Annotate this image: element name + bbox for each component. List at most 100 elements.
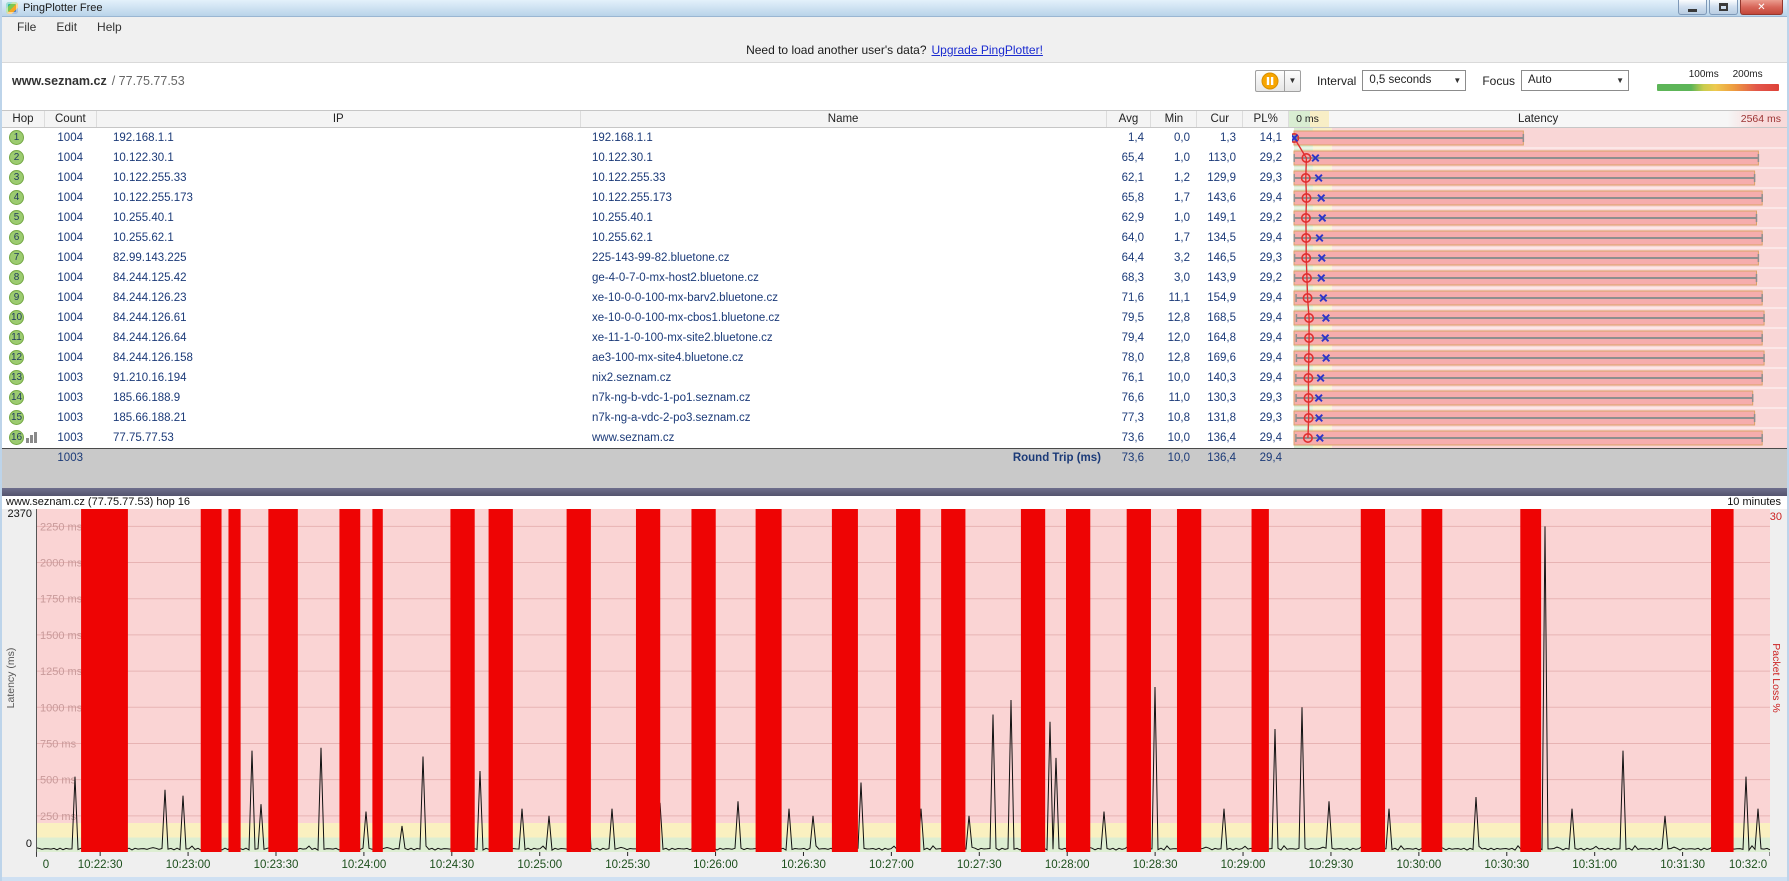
maximize-button[interactable] <box>1709 0 1738 15</box>
hop-name: 10.255.62.1 <box>582 228 1109 248</box>
hop-avg: 79,5 <box>1109 308 1154 328</box>
hop-min: 11,0 <box>1154 388 1200 408</box>
hop-min: 0,0 <box>1154 128 1200 148</box>
hop-name: ae3-100-mx-site4.bluetone.cz <box>582 348 1109 368</box>
hop-pl: 29,3 <box>1246 168 1292 188</box>
svg-text:1500 ms: 1500 ms <box>40 630 83 642</box>
interval-select[interactable]: 0,5 seconds ▼ <box>1362 70 1466 91</box>
hop-min: 12,8 <box>1154 348 1200 368</box>
svg-text:10:31:00: 10:31:00 <box>1572 859 1617 871</box>
hop-ip: 192.168.1.1 <box>97 128 582 148</box>
hop-pl: 29,4 <box>1246 328 1292 348</box>
hop-avg: 64,4 <box>1109 248 1154 268</box>
latency-axis-title: Latency (ms) <box>5 618 17 738</box>
pause-dropdown-button[interactable]: ▼ <box>1285 70 1301 92</box>
hop-name: 10.122.255.173 <box>582 188 1109 208</box>
round-trip-ip-cell <box>97 449 582 467</box>
hop-ip: 84.244.126.61 <box>97 308 582 328</box>
svg-text:10:28:00: 10:28:00 <box>1045 859 1090 871</box>
hop-pl: 29,4 <box>1246 428 1292 448</box>
hop-name: xe-11-1-0-100-mx-site2.bluetone.cz <box>582 328 1109 348</box>
menu-item-edit[interactable]: Edit <box>47 18 86 36</box>
hop-pl: 29,4 <box>1246 368 1292 388</box>
hop-name: 225-143-99-82.bluetone.cz <box>582 248 1109 268</box>
svg-text:1750 ms: 1750 ms <box>40 594 83 606</box>
hop-cur: 113,0 <box>1200 148 1246 168</box>
svg-text:10:25:00: 10:25:00 <box>517 859 562 871</box>
minimize-icon <box>1688 9 1697 12</box>
minimize-button[interactable] <box>1678 0 1707 15</box>
menu-item-help[interactable]: Help <box>88 18 131 36</box>
svg-text:10:27:00: 10:27:00 <box>869 859 914 871</box>
hop-name: 10.122.30.1 <box>582 148 1109 168</box>
header-ip[interactable]: IP <box>97 111 581 127</box>
hop-pl: 14,1 <box>1246 128 1292 148</box>
hop-ip: 77.75.77.53 <box>97 428 582 448</box>
hop-count: 1004 <box>45 288 97 308</box>
hop-avg: 76,1 <box>1109 368 1154 388</box>
window-bottom-border <box>2 877 1787 881</box>
latency-time-chart[interactable]: 2250 ms2000 ms1750 ms1500 ms1250 ms1000 … <box>36 509 1770 872</box>
hop-cur: 149,1 <box>1200 208 1246 228</box>
hop-pl: 29,4 <box>1246 348 1292 368</box>
close-button[interactable]: ✕ <box>1740 0 1783 15</box>
panel-splitter[interactable] <box>2 488 1787 496</box>
hop-pl: 29,3 <box>1246 388 1292 408</box>
header-pl[interactable]: PL% <box>1243 111 1289 127</box>
hop-number-badge: 3 <box>9 170 24 185</box>
hop-number-badge: 6 <box>9 230 24 245</box>
hop-ip: 10.122.30.1 <box>97 148 582 168</box>
focus-select[interactable]: Auto ▼ <box>1521 70 1629 91</box>
hop-name: 10.255.40.1 <box>582 208 1109 228</box>
hop-cur: 146,5 <box>1200 248 1246 268</box>
hop-avg: 1,4 <box>1109 128 1154 148</box>
header-cur[interactable]: Cur <box>1197 111 1243 127</box>
hop-cell: 10 <box>2 308 45 328</box>
header-count[interactable]: Count <box>45 111 97 127</box>
hop-count: 1004 <box>45 168 97 188</box>
svg-text:10:31:30: 10:31:30 <box>1660 859 1705 871</box>
window-controls: ✕ <box>1678 0 1783 15</box>
header-avg[interactable]: Avg <box>1107 111 1152 127</box>
hop-min: 10,0 <box>1154 428 1200 448</box>
menu-item-file[interactable]: File <box>8 18 45 36</box>
header-min[interactable]: Min <box>1151 111 1197 127</box>
svg-text:10:32:0: 10:32:0 <box>1729 859 1767 871</box>
hop-number-badge: 16 <box>9 430 24 445</box>
maximize-icon <box>1719 3 1728 11</box>
header-name[interactable]: Name <box>581 111 1107 127</box>
hop-name: n7k-ng-a-vdc-2-po3.seznam.cz <box>582 408 1109 428</box>
hop-number-badge: 7 <box>9 250 24 265</box>
hop-min: 1,7 <box>1154 188 1200 208</box>
chevron-down-icon: ▼ <box>1288 76 1296 85</box>
hop-ip: 82.99.143.225 <box>97 248 582 268</box>
upgrade-link[interactable]: Upgrade PingPlotter! <box>932 43 1043 57</box>
app-icon <box>6 2 18 14</box>
hop-number-badge: 8 <box>9 270 24 285</box>
hop-cell: 16 <box>2 428 45 448</box>
round-trip-min: 10,0 <box>1154 449 1200 467</box>
hop-count: 1004 <box>45 328 97 348</box>
svg-text:10:29:00: 10:29:00 <box>1221 859 1266 871</box>
hop-pl: 29,4 <box>1246 228 1292 248</box>
hop-number-badge: 4 <box>9 190 24 205</box>
svg-text:10:27:30: 10:27:30 <box>957 859 1002 871</box>
hop-number-badge: 15 <box>9 410 24 425</box>
header-latency-scale: 0 ms Latency 2564 ms <box>1289 111 1787 127</box>
hop-cell: 6 <box>2 228 45 248</box>
title-bar: PingPlotter Free ✕ <box>2 0 1787 17</box>
hop-cur: 130,3 <box>1200 388 1246 408</box>
hop-pl: 29,4 <box>1246 188 1292 208</box>
round-trip-hop-cell <box>2 449 45 467</box>
legend-100ms-label: 100ms <box>1689 69 1719 80</box>
hop-cur: 131,8 <box>1200 408 1246 428</box>
target-ip: / 77.75.77.53 <box>112 74 185 88</box>
svg-text:0: 0 <box>43 859 49 871</box>
hop-ip: 10.122.255.173 <box>97 188 582 208</box>
hop-ip: 185.66.188.9 <box>97 388 582 408</box>
time-plot-area[interactable]: 2250 ms2000 ms1750 ms1500 ms1250 ms1000 … <box>36 509 1770 872</box>
hop-pl: 29,2 <box>1246 268 1292 288</box>
header-hop[interactable]: Hop <box>2 111 45 127</box>
chevron-down-icon: ▼ <box>1453 71 1461 91</box>
pause-button[interactable] <box>1255 70 1285 92</box>
